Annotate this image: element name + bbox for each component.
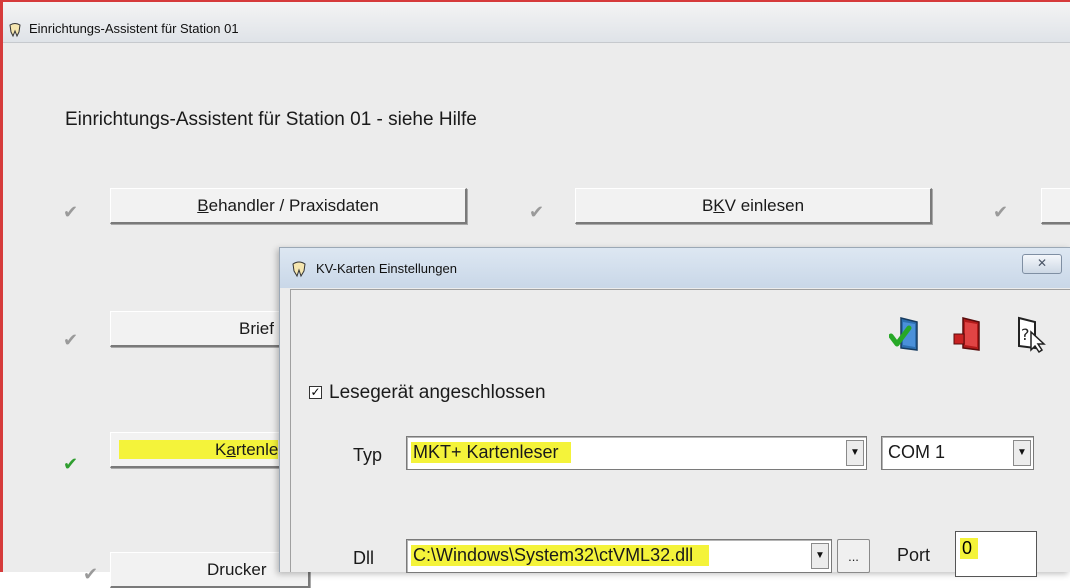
port-label: Port	[897, 545, 931, 565]
next-wizard-button[interactable]	[1041, 188, 1070, 224]
checkmark-icon: ✓	[310, 385, 321, 399]
door-cancel-icon[interactable]	[951, 314, 987, 354]
port-value: 0	[960, 538, 979, 559]
dropdown-arrow-icon[interactable]: ▼	[811, 543, 829, 569]
dialog-titlebar[interactable]: KV-Karten Einstellungen ✕	[280, 248, 1070, 288]
dll-value: C:\Windows\System32\ctVML32.dll	[411, 545, 710, 566]
close-icon: ✕	[1036, 256, 1048, 270]
typ-value: MKT+ Kartenleser	[411, 442, 571, 463]
dialog-title: KV-Karten Einstellungen	[316, 261, 457, 276]
wizard-heading: Einrichtungs-Assistent für Station 01 - …	[65, 109, 477, 130]
reader-connected-checkbox[interactable]: ✓	[309, 386, 322, 399]
dropdown-arrow-icon[interactable]: ▼	[846, 440, 864, 466]
typ-select[interactable]: MKT+ Kartenleser ▼	[406, 436, 867, 470]
svg-text:?: ?	[1021, 325, 1030, 344]
kv-karten-dialog: KV-Karten Einstellungen ✕ ? ✓ Lesegerät …	[279, 247, 1070, 577]
check-icon: ✔	[83, 564, 99, 585]
check-icon: ✔	[993, 202, 1009, 223]
check-icon: ✔	[63, 202, 79, 223]
reader-connected-label: Lesegerät angeschlossen	[329, 382, 546, 403]
bkv-einlesen-button[interactable]: BKV einlesen	[575, 188, 932, 224]
check-icon: ✔	[529, 202, 545, 223]
wizard-title: Einrichtungs-Assistent für Station 01	[29, 21, 239, 36]
port-input[interactable]: 0	[955, 531, 1037, 577]
door-accept-icon[interactable]	[889, 314, 925, 354]
tooth-app-icon	[9, 23, 21, 38]
com-port-select[interactable]: COM 1 ▼	[881, 436, 1034, 470]
dropdown-arrow-icon[interactable]: ▼	[1013, 440, 1031, 466]
behandler-praxisdaten-button[interactable]: Behandler / Praxisdaten	[110, 188, 467, 224]
help-cursor-icon[interactable]: ?	[1011, 314, 1047, 354]
close-button[interactable]: ✕	[1022, 254, 1062, 274]
browse-button[interactable]: ...	[837, 539, 870, 573]
dll-select[interactable]: C:\Windows\System32\ctVML32.dll ▼	[406, 539, 832, 573]
com-port-value: COM 1	[888, 442, 946, 462]
typ-label: Typ	[353, 445, 383, 465]
wizard-titlebar[interactable]: Einrichtungs-Assistent für Station 01	[3, 2, 1070, 43]
check-done-icon: ✔	[63, 454, 79, 475]
dialog-body: ? ✓ Lesegerät angeschlossen Typ MKT+ Kar…	[290, 289, 1070, 577]
check-icon: ✔	[63, 330, 79, 351]
tooth-app-icon	[292, 261, 306, 278]
dll-label: Dll	[353, 548, 374, 568]
